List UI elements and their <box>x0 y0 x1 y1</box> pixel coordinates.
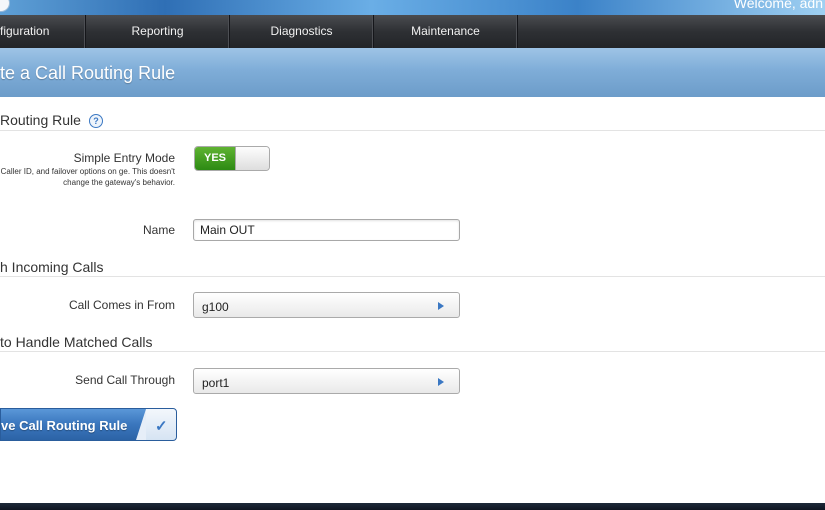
send-through-select[interactable]: port1 <box>193 368 460 394</box>
section-title: to Handle Matched Calls <box>0 334 153 350</box>
welcome-text: Welcome, adn <box>733 0 823 11</box>
nav-diagnostics[interactable]: Diagnostics <box>230 15 374 48</box>
nav-label: figuration <box>0 24 50 38</box>
help-icon[interactable]: ? <box>88 114 103 128</box>
nav-maintenance[interactable]: Maintenance <box>374 15 518 48</box>
logo-icon <box>0 0 10 12</box>
page-title-band: te a Call Routing Rule <box>0 48 825 98</box>
chevron-right-icon <box>438 302 444 310</box>
section-routing-rule: Routing Rule? <box>0 97 825 131</box>
nav-configuration[interactable]: figuration <box>0 15 86 48</box>
nav-label: Reporting <box>131 24 184 38</box>
nav-reporting[interactable]: Reporting <box>86 15 230 48</box>
section-title: h Incoming Calls <box>0 259 104 275</box>
simple-entry-label: Simple Entry Mode <box>73 151 175 165</box>
save-rule-label: ve Call Routing Rule <box>1 418 128 433</box>
send-through-label: Send Call Through <box>75 373 175 387</box>
simple-entry-description: e DID, Caller ID, and failover options o… <box>0 167 175 187</box>
toggle-on-label: YES <box>195 147 235 170</box>
select-value: port1 <box>202 376 230 390</box>
save-rule-button[interactable]: ve Call Routing Rule ✓ <box>0 408 177 441</box>
name-input[interactable] <box>193 219 460 241</box>
page-title: te a Call Routing Rule <box>0 63 176 83</box>
main-nav: figuration Reporting Diagnostics Mainten… <box>0 15 825 49</box>
section-handle-matched-calls: to Handle Matched Calls <box>0 318 825 352</box>
checkmark-icon-box: ✓ <box>136 409 176 440</box>
nav-label: Diagnostics <box>270 24 333 38</box>
footer-strip <box>0 503 825 510</box>
section-incoming-calls: h Incoming Calls <box>0 243 825 277</box>
nav-label: Maintenance <box>411 24 480 38</box>
toggle-knob[interactable] <box>235 147 269 170</box>
name-label: Name <box>142 223 175 237</box>
simple-entry-toggle[interactable]: YES <box>194 146 270 171</box>
call-from-select[interactable]: g100 <box>193 292 460 318</box>
select-value: g100 <box>202 300 229 314</box>
section-title-text: Routing Rule <box>0 112 81 128</box>
top-banner: Welcome, adn <box>0 0 825 15</box>
section-title: Routing Rule? <box>0 112 103 128</box>
checkmark-icon: ✓ <box>155 418 168 435</box>
call-from-label: Call Comes in From <box>68 298 175 312</box>
chevron-right-icon <box>438 378 444 386</box>
